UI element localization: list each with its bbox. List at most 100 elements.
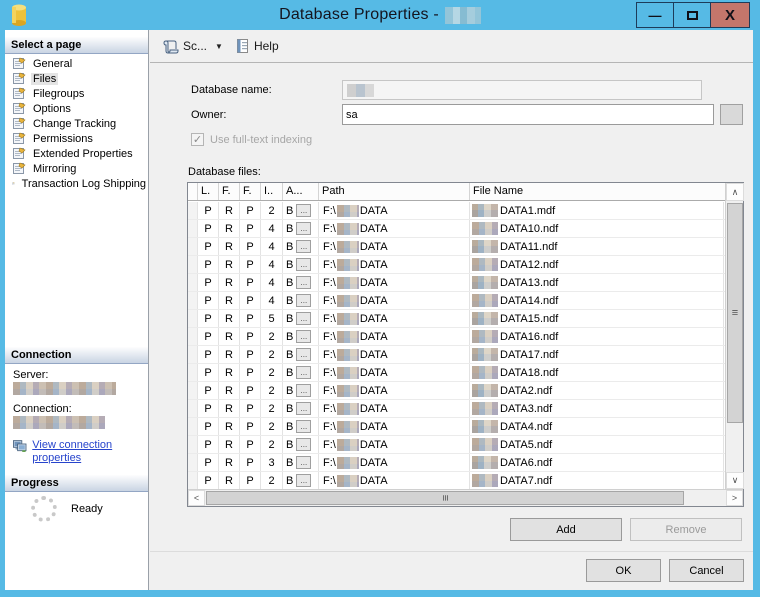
scroll-right-icon[interactable]: > <box>726 490 743 506</box>
row-selector[interactable] <box>188 310 198 327</box>
owner-browse-button[interactable] <box>720 104 743 125</box>
cancel-button[interactable]: Cancel <box>669 559 744 582</box>
autogrowth-browse-button[interactable]: ... <box>296 330 312 343</box>
sidebar-item-permissions[interactable]: Permissions <box>5 131 148 146</box>
autogrowth-browse-button[interactable]: ... <box>296 258 312 271</box>
autogrowth-browse-button[interactable]: ... <box>296 438 312 451</box>
table-row[interactable]: P R P 2 B... F:\ DATA DATA4.ndf <box>188 418 725 436</box>
path-drive: F:\ <box>323 474 336 487</box>
autogrowth-browse-button[interactable]: ... <box>296 456 312 469</box>
horizontal-scrollbar-thumb[interactable]: ≡ <box>206 491 684 505</box>
row-selector[interactable] <box>188 382 198 399</box>
cell-file-name: DATA17.ndf <box>470 346 724 363</box>
table-row[interactable]: P R P 4 B... F:\ DATA DATA12.ndf <box>188 256 725 274</box>
row-selector[interactable] <box>188 202 198 219</box>
autogrowth-value: B <box>286 276 294 289</box>
autogrowth-browse-button[interactable]: ... <box>296 384 312 397</box>
row-selector[interactable] <box>188 418 198 435</box>
ok-button[interactable]: OK <box>586 559 661 582</box>
row-selector[interactable] <box>188 238 198 255</box>
autogrowth-browse-button[interactable]: ... <box>296 276 312 289</box>
table-row[interactable]: P R P 4 B... F:\ DATA DATA11.ndf <box>188 238 725 256</box>
maximize-button[interactable] <box>673 2 711 28</box>
logical-name-value: P <box>204 330 212 343</box>
path-folder: DATA <box>359 312 388 325</box>
cell-path: F:\ DATA <box>319 436 470 453</box>
script-dropdown-icon[interactable]: ▼ <box>215 42 223 51</box>
cell-filegroup: P <box>240 364 261 381</box>
view-connection-properties-link[interactable]: View connection properties <box>32 439 143 465</box>
logical-name-value: P <box>204 438 212 451</box>
sidebar-item-change-tracking[interactable]: Change Tracking <box>5 116 148 131</box>
row-selector[interactable] <box>188 328 198 345</box>
autogrowth-browse-button[interactable]: ... <box>296 204 312 217</box>
fulltext-checkbox[interactable]: ✓ <box>191 133 204 146</box>
column-header-autogrowth[interactable]: A... <box>283 183 319 200</box>
column-header-file-type[interactable]: F. <box>219 183 240 200</box>
sidebar-item-extended-properties[interactable]: Extended Properties <box>5 146 148 161</box>
table-row[interactable]: P R P 2 B... F:\ DATA DATA1.mdf <box>188 202 725 220</box>
titlebar[interactable]: Database Properties - — X <box>0 0 760 30</box>
column-header-file-name[interactable]: File Name <box>470 183 724 200</box>
horizontal-scrollbar[interactable]: < ≡ > <box>188 489 743 506</box>
autogrowth-browse-button[interactable]: ... <box>296 420 312 433</box>
row-selector[interactable] <box>188 274 198 291</box>
row-selector[interactable] <box>188 454 198 471</box>
sidebar-item-options[interactable]: Options <box>5 101 148 116</box>
autogrowth-browse-button[interactable]: ... <box>296 240 312 253</box>
minimize-button[interactable]: — <box>636 2 674 28</box>
autogrowth-browse-button[interactable]: ... <box>296 402 312 415</box>
owner-input[interactable] <box>342 104 714 125</box>
row-selector[interactable] <box>188 292 198 309</box>
table-row[interactable]: P R P 2 B... F:\ DATA DATA2.ndf <box>188 382 725 400</box>
row-selector[interactable] <box>188 472 198 489</box>
table-row[interactable]: P R P 2 B... F:\ DATA DATA16.ndf <box>188 328 725 346</box>
autogrowth-browse-button[interactable]: ... <box>296 312 312 325</box>
table-row[interactable]: P R P 4 B... F:\ DATA DATA10.ndf <box>188 220 725 238</box>
sidebar-item-mirroring[interactable]: Mirroring <box>5 161 148 176</box>
row-selector[interactable] <box>188 220 198 237</box>
sidebar-item-transaction-log-shipping[interactable]: Transaction Log Shipping <box>5 176 148 191</box>
scroll-up-icon[interactable]: ∧ <box>726 183 744 201</box>
column-header-initial-size[interactable]: I.. <box>261 183 283 200</box>
add-button[interactable]: Add <box>510 518 622 541</box>
table-row[interactable]: P R P 2 B... F:\ DATA DATA18.ndf <box>188 364 725 382</box>
view-connection-properties[interactable]: View connection properties <box>13 439 143 465</box>
row-selector[interactable] <box>188 346 198 363</box>
column-header-path[interactable]: Path <box>319 183 470 200</box>
column-header-filegroup[interactable]: F. <box>240 183 261 200</box>
scroll-left-icon[interactable]: < <box>188 490 205 506</box>
table-row[interactable]: P R P 5 B... F:\ DATA DATA15.ndf <box>188 310 725 328</box>
page-icon <box>13 117 26 129</box>
row-selector[interactable] <box>188 400 198 417</box>
autogrowth-browse-button[interactable]: ... <box>296 348 312 361</box>
row-selector[interactable] <box>188 256 198 273</box>
remove-button[interactable]: Remove <box>630 518 742 541</box>
table-row[interactable]: P R P 2 B... F:\ DATA DATA3.ndf <box>188 400 725 418</box>
table-row[interactable]: P R P 3 B... F:\ DATA DATA6.ndf <box>188 454 725 472</box>
script-button[interactable]: Sc... <box>183 39 207 53</box>
table-row[interactable]: P R P 4 B... F:\ DATA DATA13.ndf <box>188 274 725 292</box>
row-selector[interactable] <box>188 364 198 381</box>
cell-initial-size: 2 <box>261 382 283 399</box>
table-row[interactable]: P R P 2 B... F:\ DATA DATA7.ndf <box>188 472 725 489</box>
autogrowth-browse-button[interactable]: ... <box>296 474 312 487</box>
sidebar-item-filegroups[interactable]: Filegroups <box>5 86 148 101</box>
close-button[interactable]: X <box>710 2 750 28</box>
table-row[interactable]: P R P 4 B... F:\ DATA DATA14.ndf <box>188 292 725 310</box>
autogrowth-browse-button[interactable]: ... <box>296 366 312 379</box>
file-name-value: DATA15.ndf <box>500 312 559 325</box>
column-header-logical-name[interactable]: L. <box>198 183 219 200</box>
row-selector[interactable] <box>188 436 198 453</box>
sidebar-item-files[interactable]: Files <box>5 71 148 86</box>
vertical-scrollbar[interactable]: ∧ ≡ ∨ <box>725 183 744 489</box>
table-row[interactable]: P R P 2 B... F:\ DATA DATA17.ndf <box>188 346 725 364</box>
autogrowth-browse-button[interactable]: ... <box>296 294 312 307</box>
scroll-down-icon[interactable]: ∨ <box>726 472 744 489</box>
help-button[interactable]: Help <box>254 39 279 53</box>
path-drive: F:\ <box>323 240 336 253</box>
vertical-scrollbar-thumb[interactable]: ≡ <box>727 203 743 423</box>
table-row[interactable]: P R P 2 B... F:\ DATA DATA5.ndf <box>188 436 725 454</box>
autogrowth-browse-button[interactable]: ... <box>296 222 312 235</box>
sidebar-item-general[interactable]: General <box>5 56 148 71</box>
